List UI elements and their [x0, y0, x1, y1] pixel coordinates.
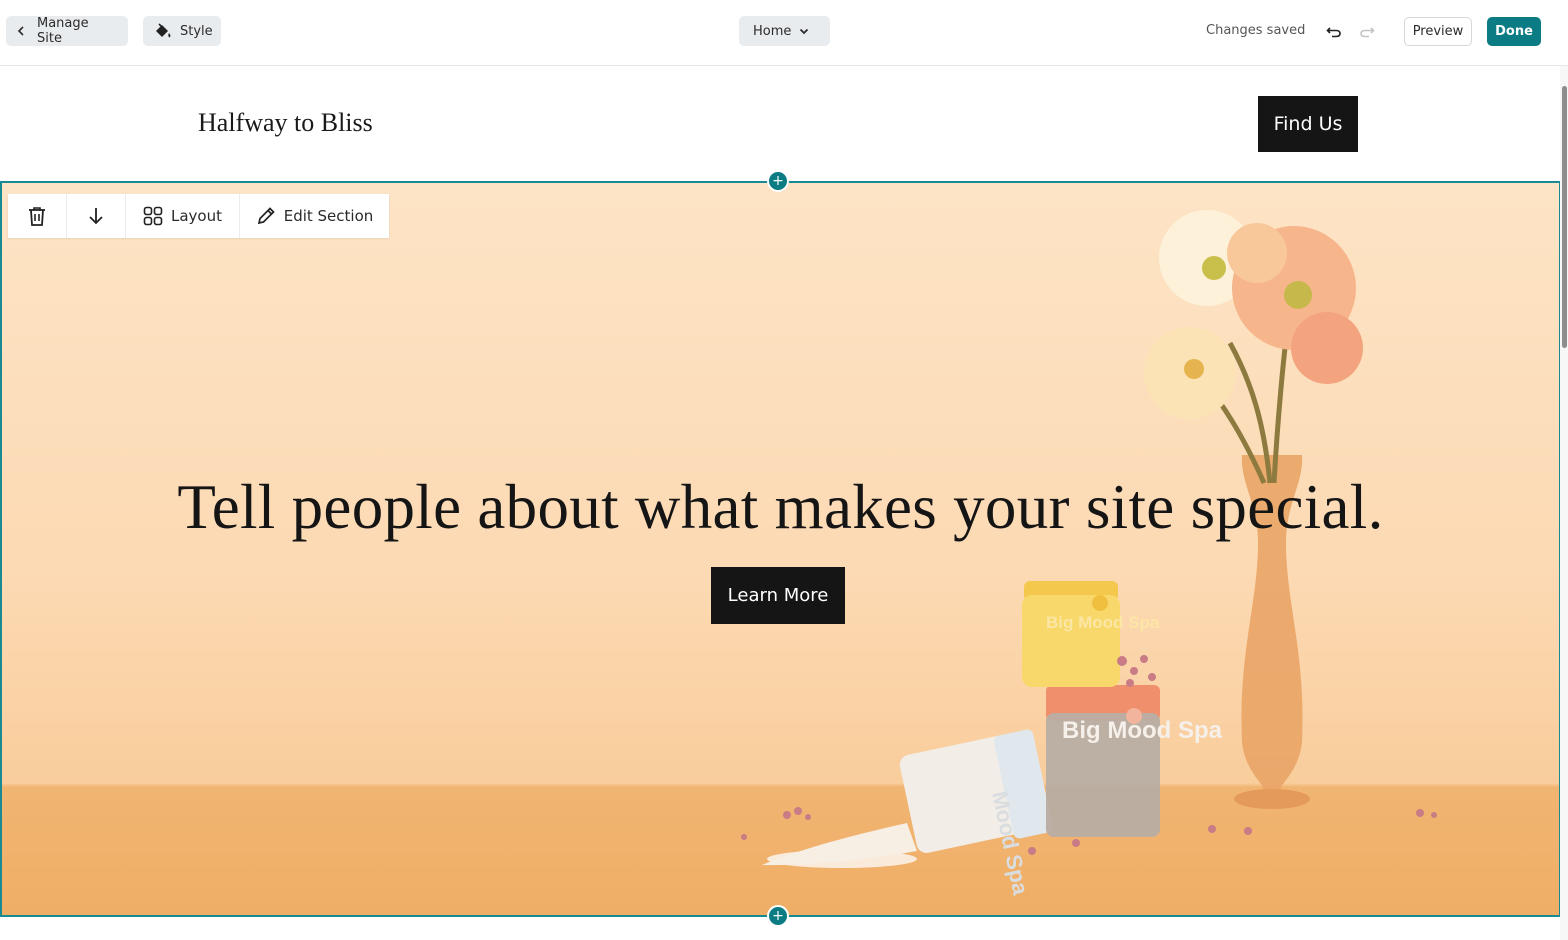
- undo-icon: [1326, 27, 1341, 38]
- arrow-down-icon: [89, 208, 103, 225]
- section-toolbar: Layout Edit Section: [8, 194, 389, 238]
- middle-jar: Big Mood Spa: [1046, 685, 1223, 837]
- top-jar-label: Big Mood Spa: [1046, 613, 1160, 632]
- delete-section-button[interactable]: [8, 194, 67, 238]
- page-selector-dropdown[interactable]: Home: [739, 16, 830, 46]
- site-title[interactable]: Halfway to Bliss: [198, 108, 373, 138]
- layout-button[interactable]: Layout: [126, 194, 240, 238]
- edit-section-button[interactable]: Edit Section: [240, 194, 389, 238]
- learn-more-button[interactable]: Learn More: [711, 567, 845, 624]
- trash-icon: [29, 207, 45, 226]
- hero-section[interactable]: Mood Spa Big Mood Spa Big Mood Spa Tell …: [0, 181, 1561, 917]
- edit-section-label: Edit Section: [283, 207, 374, 225]
- move-section-down-button[interactable]: [67, 194, 126, 238]
- chevron-left-icon: [17, 26, 24, 36]
- manage-site-button[interactable]: Manage Site: [6, 16, 128, 46]
- pencil-icon: [257, 207, 275, 225]
- site-header[interactable]: Halfway to Bliss Find Us: [0, 66, 1560, 181]
- redo-button[interactable]: [1356, 21, 1378, 43]
- redo-icon: [1360, 27, 1375, 38]
- manage-site-label: Manage Site: [37, 16, 89, 46]
- poppy-flowers: [1144, 210, 1363, 419]
- find-us-button[interactable]: Find Us: [1258, 96, 1358, 152]
- editor-toolbar: Manage Site Style Home Changes saved Pre…: [0, 0, 1568, 66]
- paint-bucket-icon: [156, 22, 171, 37]
- add-section-above-button[interactable]: +: [767, 170, 789, 192]
- hero-headline[interactable]: Tell people about what makes your site s…: [2, 471, 1559, 544]
- top-jar: Big Mood Spa: [1022, 581, 1160, 687]
- add-section-below-button[interactable]: +: [767, 905, 789, 927]
- middle-jar-label: Big Mood Spa: [1062, 717, 1223, 744]
- layout-grid-icon: [143, 206, 163, 226]
- tipped-jar: Mood Spa: [762, 729, 1053, 898]
- save-status: Changes saved: [1206, 23, 1306, 38]
- undo-button[interactable]: [1323, 21, 1345, 43]
- preview-button[interactable]: Preview: [1404, 17, 1472, 46]
- chevron-down-icon: [800, 28, 809, 34]
- style-label: Style: [180, 23, 213, 39]
- style-button[interactable]: Style: [143, 16, 221, 46]
- page-selector-value: Home: [753, 23, 792, 39]
- scrollbar-thumb[interactable]: [1562, 86, 1567, 348]
- hero-background-image: Mood Spa Big Mood Spa Big Mood Spa: [741, 210, 1437, 898]
- layout-label: Layout: [171, 207, 222, 225]
- done-button[interactable]: Done: [1487, 17, 1541, 46]
